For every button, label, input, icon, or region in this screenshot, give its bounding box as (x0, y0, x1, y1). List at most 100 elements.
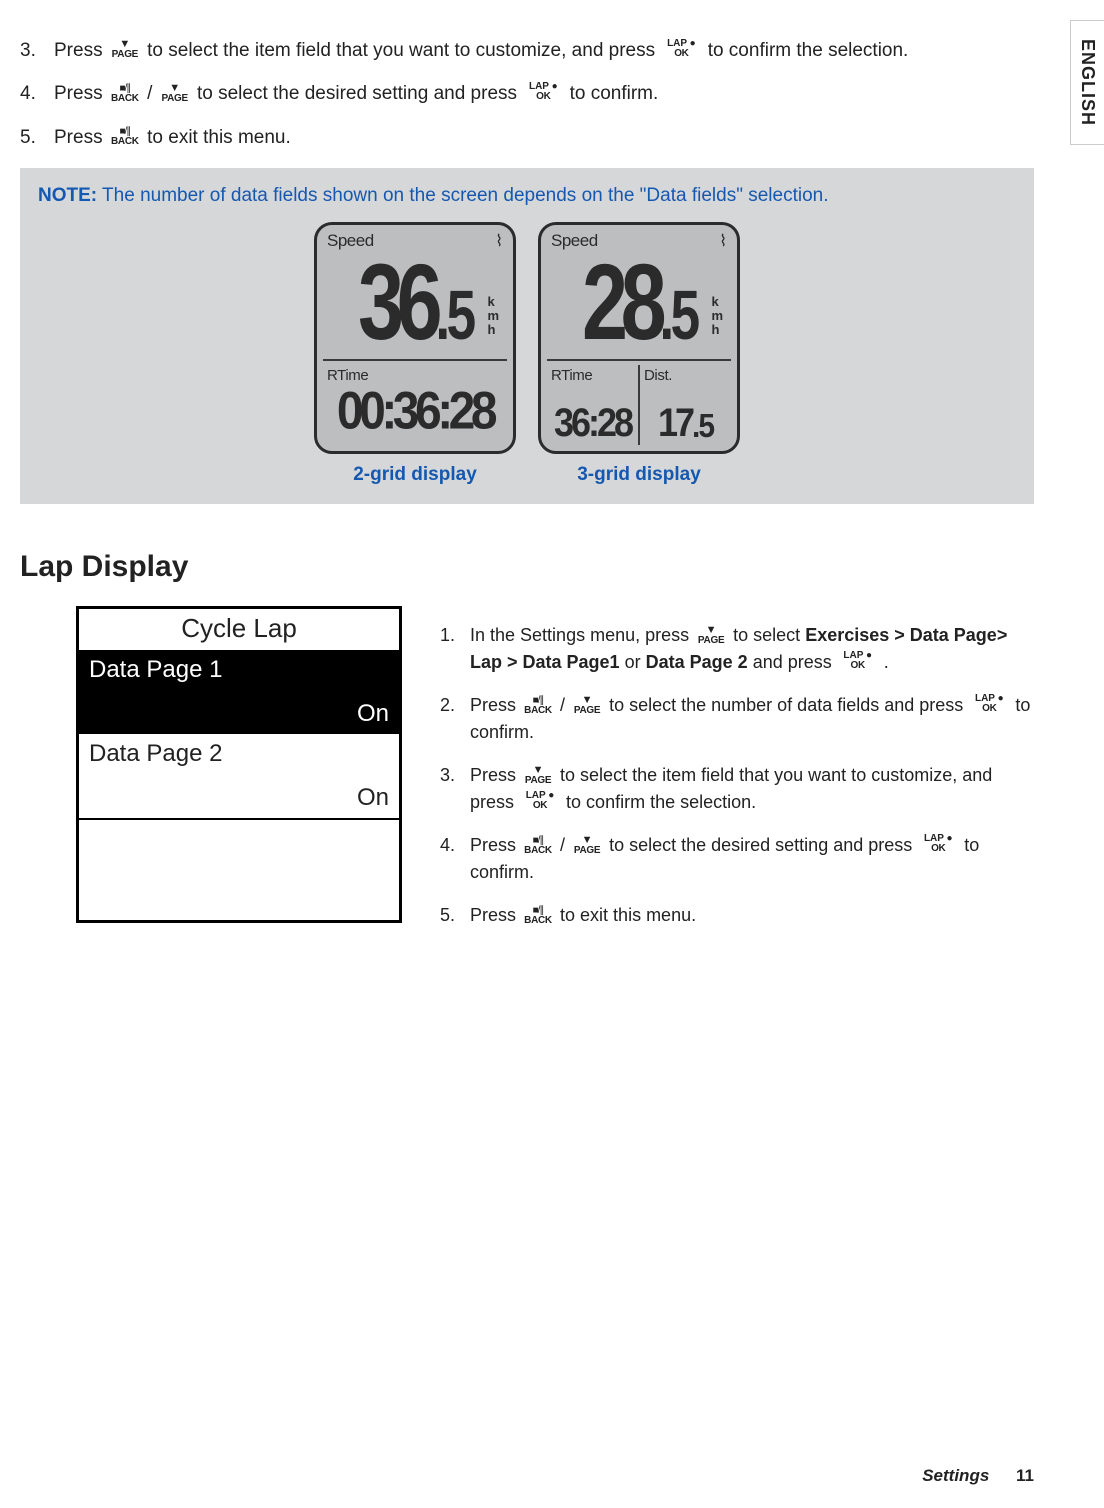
caption-3grid: 3-grid display (577, 464, 701, 486)
t: Press (470, 835, 521, 855)
back-button-icon (523, 903, 553, 926)
slash: / (560, 835, 565, 855)
lap-step-5: 5. Press to exit this menu. (440, 902, 1034, 929)
lap-step-2: 2. Press / to select the number of data … (440, 692, 1034, 746)
back-button-icon (523, 693, 553, 716)
page-button-icon (572, 833, 602, 856)
step-num: 4. (20, 79, 36, 108)
lap-ok-button-icon (919, 834, 957, 854)
back-button-icon (523, 833, 553, 856)
top-steps-list: 3. Press to select the item field that y… (20, 36, 1034, 152)
speed-value: 36.5 (358, 242, 473, 366)
step-text: Press (54, 40, 108, 61)
step-num: 2. (440, 692, 455, 719)
t: Press (470, 765, 521, 785)
lap-step-3: 3. Press to select the item field that y… (440, 762, 1034, 816)
t: to select the number of data fields and … (609, 695, 968, 715)
page-root: ENGLISH 3. Press to select the item fiel… (0, 0, 1104, 1508)
t: to confirm the selection. (566, 792, 756, 812)
dist-int: 17 (658, 400, 692, 446)
lap-steps-list: 1. In the Settings menu, press to select… (440, 622, 1034, 945)
rtime-value: 00:36:28 (327, 381, 503, 442)
step-text: to confirm. (570, 83, 659, 104)
cycle-lap-title: Cycle Lap (79, 609, 399, 650)
step-num: 3. (440, 762, 455, 789)
step-text: to exit this menu. (147, 127, 291, 148)
unit-kmh: kmh (487, 295, 499, 337)
step-4: 4. Press / to select the desired setting… (20, 79, 1034, 108)
t: In the Settings menu, press (470, 625, 694, 645)
page-footer: Settings 11 (922, 1466, 1034, 1486)
step-num: 4. (440, 832, 455, 859)
speed-dec: .5 (659, 277, 696, 355)
page-button-icon (110, 37, 140, 60)
note-body: The number of data fields shown on the s… (102, 185, 828, 206)
lap-step-1: 1. In the Settings menu, press to select… (440, 622, 1034, 676)
step-num: 5. (20, 123, 36, 152)
step-text: to select the desired setting and press (197, 83, 522, 104)
unit-kmh: kmh (711, 295, 723, 337)
footer-section: Settings (922, 1466, 989, 1485)
signal-icon: ⌇ (495, 231, 503, 251)
step-num: 3. (20, 36, 36, 65)
cycle-row-2[interactable]: Data Page 2 On (79, 734, 399, 820)
caption-2grid: 2-grid display (353, 464, 477, 486)
step-text: to select the item field that you want t… (147, 40, 660, 61)
screens-row: Speed ⌇ 36.5 kmh RTime 00:36:28 (38, 222, 1016, 486)
row2-status: On (89, 784, 389, 812)
t: Press (470, 695, 521, 715)
step-text: Press (54, 83, 108, 104)
speed-dec: .5 (435, 277, 472, 355)
note-label: NOTE: (38, 185, 97, 206)
t: to select the desired setting and press (609, 835, 917, 855)
slash: / (147, 83, 152, 104)
note-box: NOTE: The number of data fields shown on… (20, 168, 1034, 504)
page-button-icon (160, 81, 190, 104)
row1-status: On (89, 700, 389, 728)
t: and press (753, 652, 837, 672)
page-button-icon (523, 763, 553, 786)
step-num: 1. (440, 622, 455, 649)
signal-icon: ⌇ (719, 231, 727, 251)
device-screen-3grid: Speed ⌇ 28.5 kmh RTime 36:28 (538, 222, 740, 454)
lap-ok-button-icon (970, 694, 1008, 714)
language-tab: ENGLISH (1070, 20, 1104, 145)
step-num: 5. (440, 902, 455, 929)
screen-3grid-col: Speed ⌇ 28.5 kmh RTime 36:28 (538, 222, 740, 486)
lap-step-4: 4. Press / to select the desired setting… (440, 832, 1034, 886)
slash: / (560, 695, 565, 715)
cycle-row-1[interactable]: Data Page 1 On (79, 650, 399, 734)
t: to select (733, 625, 805, 645)
t: to exit this menu. (560, 905, 696, 925)
panel-spacer (79, 820, 399, 920)
step-5: 5. Press to exit this menu. (20, 123, 1034, 152)
speed-int: 28 (582, 243, 659, 363)
lap-ok-button-icon (662, 39, 700, 59)
back-button-icon (110, 81, 140, 104)
row1-label: Data Page 1 (89, 656, 222, 683)
cycle-lap-panel: Cycle Lap Data Page 1 On Data Page 2 On (76, 606, 402, 923)
step-3: 3. Press to select the item field that y… (20, 36, 1034, 65)
row2-label: Data Page 2 (89, 740, 222, 767)
lap-ok-button-icon (521, 791, 559, 811)
step-text: to confirm the selection. (708, 40, 909, 61)
lap-section: Cycle Lap Data Page 1 On Data Page 2 On … (20, 606, 1034, 961)
dist-dec: .5 (692, 408, 713, 445)
rtime-value: 36:28 (551, 381, 634, 446)
lap-ok-button-icon (524, 82, 562, 102)
t: Press (470, 905, 521, 925)
speed-value: 28.5 (582, 242, 697, 366)
page-button-icon (696, 623, 726, 646)
note-text: NOTE: The number of data fields shown on… (38, 182, 1016, 210)
breadcrumb-path2: Data Page 2 (646, 652, 748, 672)
back-button-icon (110, 124, 140, 147)
screen-2grid-col: Speed ⌇ 36.5 kmh RTime 00:36:28 (314, 222, 516, 486)
device-screen-2grid: Speed ⌇ 36.5 kmh RTime 00:36:28 (314, 222, 516, 454)
lap-display-heading: Lap Display (20, 550, 1034, 584)
lap-ok-button-icon (839, 651, 877, 671)
dist-value: 17.5 (644, 381, 727, 446)
step-text: Press (54, 127, 108, 148)
footer-pagenum: 11 (1016, 1466, 1034, 1485)
t: . (884, 652, 889, 672)
t: or (625, 652, 646, 672)
